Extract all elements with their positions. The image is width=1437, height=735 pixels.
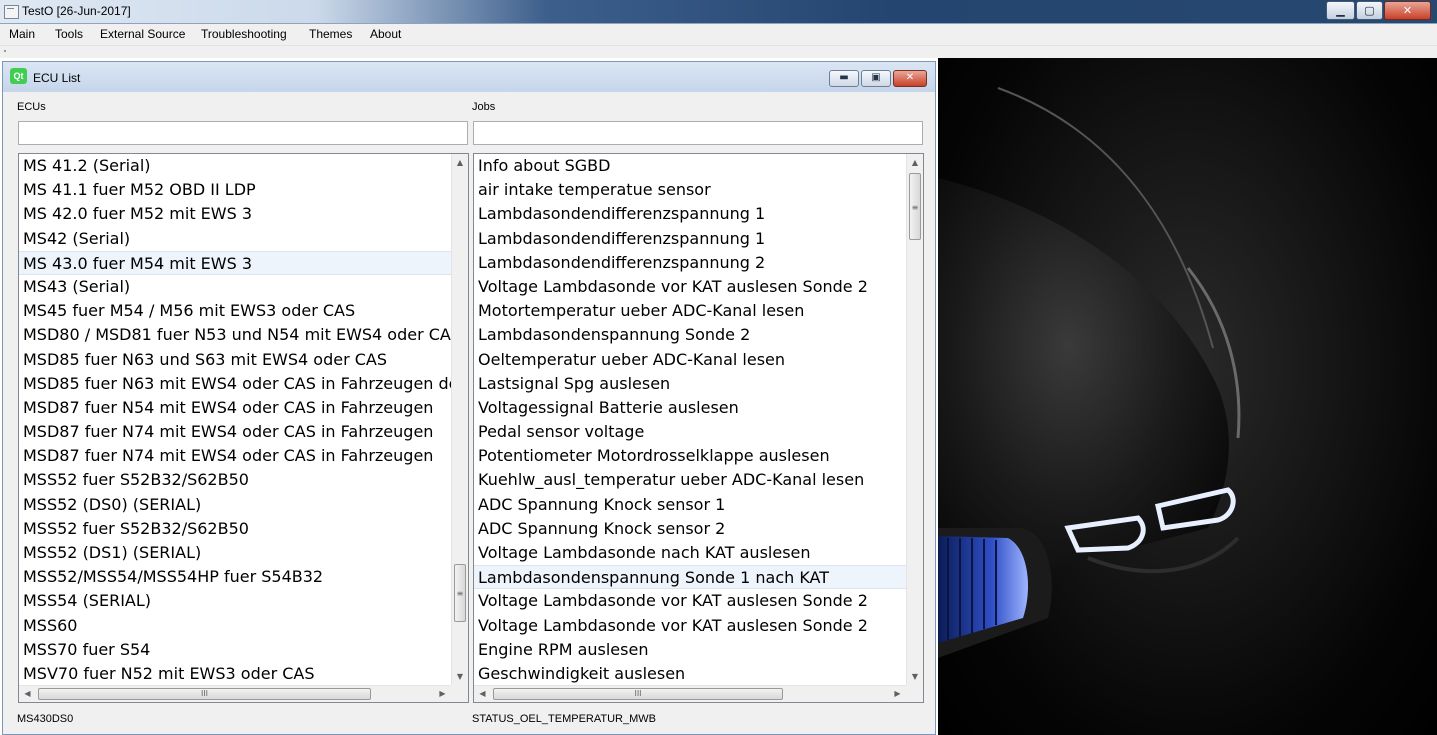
app-icon bbox=[4, 5, 19, 19]
menu-external-source[interactable]: External Source bbox=[100, 27, 185, 41]
list-item[interactable]: Kuehlw_ausl_temperatur ueber ADC-Kanal l… bbox=[474, 468, 906, 492]
list-item[interactable]: MS 42.0 fuer M52 mit EWS 3 bbox=[19, 202, 451, 226]
maximize-button[interactable]: ▢ bbox=[1356, 1, 1383, 20]
list-item[interactable]: Lastsignal Spg auslesen bbox=[474, 372, 906, 396]
list-item[interactable]: MSS60 bbox=[19, 614, 451, 638]
menu-themes[interactable]: Themes bbox=[309, 27, 352, 41]
list-item[interactable]: Voltage Lambdasonde vor KAT auslesen Son… bbox=[474, 614, 906, 638]
jobs-horizontal-scrollbar[interactable]: ◀ III ▶ bbox=[474, 685, 906, 702]
ecus-horizontal-scrollbar[interactable]: ◀ III ▶ bbox=[19, 685, 451, 702]
toolbar-strip bbox=[0, 46, 1437, 58]
scroll-left-icon[interactable]: ◀ bbox=[474, 686, 491, 702]
app-title: TestO [26-Jun-2017] bbox=[22, 4, 131, 18]
list-item[interactable]: Lambdasondendifferenzspannung 1 bbox=[474, 227, 906, 251]
list-item[interactable]: Engine RPM auslesen bbox=[474, 638, 906, 662]
jobs-horizontal-thumb[interactable]: III bbox=[493, 688, 783, 700]
list-item[interactable]: MSS52 (DS0) (SERIAL) bbox=[19, 493, 451, 517]
list-item[interactable]: MS 41.2 (Serial) bbox=[19, 154, 451, 178]
list-item[interactable]: MSD85 fuer N63 und S63 mit EWS4 oder CAS bbox=[19, 348, 451, 372]
list-item[interactable]: MS42 (Serial) bbox=[19, 227, 451, 251]
list-item[interactable]: Voltagessignal Batterie auslesen bbox=[474, 396, 906, 420]
ecus-vertical-scrollbar[interactable]: ▲ ≡ ▼ bbox=[451, 154, 468, 685]
window-controls: ▁ ▢ ✕ bbox=[1325, 1, 1431, 20]
jobs-label: Jobs bbox=[472, 101, 496, 113]
list-item[interactable]: air intake temperatue sensor bbox=[474, 178, 906, 202]
ecu-list-window: Qt ECU List ▬ ▣ ✕ ECUs MS 41.2 (Serial) M… bbox=[2, 61, 936, 735]
ecu-minimize-button[interactable]: ▬ bbox=[829, 70, 859, 87]
list-item[interactable]: Voltage Lambdasonde nach KAT auslesen bbox=[474, 541, 906, 565]
ecu-window-controls: ▬ ▣ ✕ bbox=[823, 70, 927, 87]
list-item[interactable]: ADC Spannung Knock sensor 2 bbox=[474, 517, 906, 541]
menu-main[interactable]: Main bbox=[9, 27, 35, 41]
list-item[interactable]: Voltage Lambdasonde vor KAT auslesen Son… bbox=[474, 275, 906, 299]
list-item[interactable]: Lambdasondendifferenzspannung 2 bbox=[474, 251, 906, 275]
list-item[interactable]: MS45 fuer M54 / M56 mit EWS3 oder CAS bbox=[19, 299, 451, 323]
list-item[interactable]: MSD87 fuer N74 mit EWS4 oder CAS in Fahr… bbox=[19, 444, 451, 468]
close-button[interactable]: ✕ bbox=[1384, 1, 1431, 20]
scroll-corner bbox=[451, 685, 468, 702]
ecus-label: ECUs bbox=[17, 101, 46, 113]
menu-about[interactable]: About bbox=[370, 27, 401, 41]
list-item[interactable]: Pedal sensor voltage bbox=[474, 420, 906, 444]
scroll-left-icon[interactable]: ◀ bbox=[19, 686, 36, 702]
list-item[interactable]: MSV70 fuer N52 mit EWS3 oder CAS bbox=[19, 662, 451, 685]
scroll-down-icon[interactable]: ▼ bbox=[907, 668, 923, 685]
scroll-right-icon[interactable]: ▶ bbox=[434, 686, 451, 702]
menu-troubleshooting[interactable]: Troubleshooting bbox=[201, 27, 287, 41]
ecu-restore-button[interactable]: ▣ bbox=[861, 70, 891, 87]
scroll-down-icon[interactable]: ▼ bbox=[452, 668, 468, 685]
qt-logo-icon: Qt bbox=[10, 68, 27, 84]
background-car-image bbox=[938, 58, 1437, 735]
scroll-up-icon[interactable]: ▲ bbox=[907, 154, 923, 171]
list-item[interactable]: MSS54 (SERIAL) bbox=[19, 589, 451, 613]
list-item[interactable]: ADC Spannung Knock sensor 1 bbox=[474, 493, 906, 517]
list-item[interactable]: Voltage Lambdasonde vor KAT auslesen Son… bbox=[474, 589, 906, 613]
ecu-list-title-bar: Qt ECU List ▬ ▣ ✕ bbox=[3, 62, 935, 92]
jobs-vertical-scrollbar[interactable]: ▲ ≡ ▼ bbox=[906, 154, 923, 685]
list-item[interactable]: MS 43.0 fuer M54 mit EWS 3 bbox=[19, 250, 451, 275]
ecus-vertical-thumb[interactable]: ≡ bbox=[454, 564, 466, 622]
list-item[interactable]: Motortemperatur ueber ADC-Kanal lesen bbox=[474, 299, 906, 323]
selected-job-status: STATUS_OEL_TEMPERATUR_MWB bbox=[472, 713, 656, 725]
list-item[interactable]: Info about SGBD bbox=[474, 154, 906, 178]
list-item[interactable]: MS 41.1 fuer M52 OBD II LDP bbox=[19, 178, 451, 202]
scroll-up-icon[interactable]: ▲ bbox=[452, 154, 468, 171]
jobs-vertical-thumb[interactable]: ≡ bbox=[909, 173, 921, 240]
menu-bar: Main Tools External Source Troubleshooti… bbox=[0, 24, 1437, 46]
list-item[interactable]: MS43 (Serial) bbox=[19, 275, 451, 299]
menu-tools[interactable]: Tools bbox=[55, 27, 83, 41]
list-item[interactable]: Geschwindigkeit auslesen bbox=[474, 662, 906, 685]
list-item[interactable]: Potentiometer Motordrosselklappe auslese… bbox=[474, 444, 906, 468]
ecus-list-items: MS 41.2 (Serial) MS 41.1 fuer M52 OBD II … bbox=[19, 154, 451, 685]
ecus-horizontal-thumb[interactable]: III bbox=[38, 688, 371, 700]
list-item[interactable]: MSD85 fuer N63 mit EWS4 oder CAS in Fahr… bbox=[19, 372, 451, 396]
ecus-filter-input[interactable] bbox=[18, 121, 468, 145]
list-item[interactable]: Lambdasondenspannung Sonde 1 nach KAT bbox=[474, 565, 906, 590]
list-item[interactable]: MSS52 (DS1) (SERIAL) bbox=[19, 541, 451, 565]
list-item[interactable]: MSS70 fuer S54 bbox=[19, 638, 451, 662]
minimize-button[interactable]: ▁ bbox=[1326, 1, 1355, 20]
car-illustration bbox=[938, 87, 1241, 658]
ecu-close-button[interactable]: ✕ bbox=[893, 70, 927, 87]
list-item[interactable]: MSS52 fuer S52B32/S62B50 bbox=[19, 468, 451, 492]
jobs-list-items: Info about SGBD air intake temperatue sen… bbox=[474, 154, 906, 685]
main-title-bar: TestO [26-Jun-2017] ▁ ▢ ✕ bbox=[0, 0, 1437, 24]
scroll-right-icon[interactable]: ▶ bbox=[889, 686, 906, 702]
list-item[interactable]: MSS52/MSS54/MSS54HP fuer S54B32 bbox=[19, 565, 451, 589]
toolbar-grip[interactable] bbox=[4, 50, 6, 52]
list-item[interactable]: MSD87 fuer N74 mit EWS4 oder CAS in Fahr… bbox=[19, 420, 451, 444]
list-item[interactable]: MSD87 fuer N54 mit EWS4 oder CAS in Fahr… bbox=[19, 396, 451, 420]
list-item[interactable]: MSD80 / MSD81 fuer N53 und N54 mit EWS4 … bbox=[19, 323, 451, 347]
jobs-filter-input[interactable] bbox=[473, 121, 923, 145]
scroll-corner bbox=[906, 685, 923, 702]
ecu-list-title: ECU List bbox=[33, 71, 81, 85]
list-item[interactable]: Lambdasondendifferenzspannung 1 bbox=[474, 202, 906, 226]
selected-ecu-status: MS430DS0 bbox=[17, 713, 74, 725]
jobs-list: Info about SGBD air intake temperatue sen… bbox=[473, 153, 924, 703]
list-item[interactable]: Oeltemperatur ueber ADC-Kanal lesen bbox=[474, 348, 906, 372]
list-item[interactable]: Lambdasondenspannung Sonde 2 bbox=[474, 323, 906, 347]
ecus-list: MS 41.2 (Serial) MS 41.1 fuer M52 OBD II … bbox=[18, 153, 469, 703]
list-item[interactable]: MSS52 fuer S52B32/S62B50 bbox=[19, 517, 451, 541]
